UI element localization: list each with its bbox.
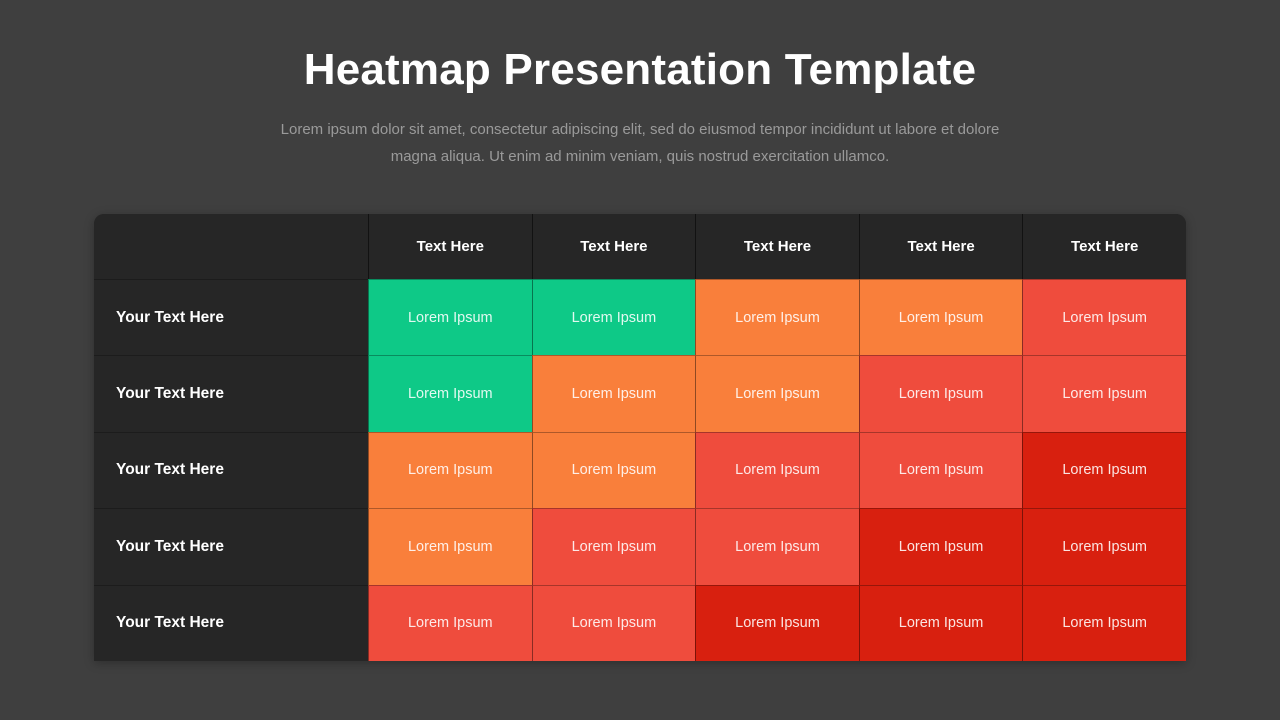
column-header: Text Here <box>858 214 1023 279</box>
heatmap-cell[interactable]: Lorem Ipsum <box>858 279 1023 356</box>
heatmap-cell[interactable]: Lorem Ipsum <box>531 508 696 585</box>
column-header: Text Here <box>368 214 532 279</box>
row-header: Your Text Here <box>94 584 368 661</box>
heatmap-cell[interactable]: Lorem Ipsum <box>858 508 1023 585</box>
heatmap-cell[interactable]: Lorem Ipsum <box>858 431 1023 509</box>
heatmap-cell[interactable]: Lorem Ipsum <box>1022 279 1186 356</box>
heatmap-cell[interactable]: Lorem Ipsum <box>368 508 532 585</box>
heatmap-cell[interactable]: Lorem Ipsum <box>695 431 859 509</box>
heatmap-cell[interactable]: Lorem Ipsum <box>368 584 532 661</box>
heatmap-cell[interactable]: Lorem Ipsum <box>695 508 859 585</box>
heatmap-cell[interactable]: Lorem Ipsum <box>368 355 532 432</box>
heatmap-cell[interactable]: Lorem Ipsum <box>1022 584 1186 661</box>
heatmap-panel: Text Here Text Here Text Here Text Here Text… <box>94 214 1186 661</box>
row-header: Your Text Here <box>94 508 368 585</box>
page-title: Heatmap Presentation Template <box>303 45 977 94</box>
column-header: Text Here <box>1022 214 1186 279</box>
page-subtitle: Lorem ipsum dolor sit amet, consectetur … <box>280 120 1000 166</box>
heatmap-cell[interactable]: Lorem Ipsum <box>695 279 859 356</box>
column-header: Text Here <box>531 214 696 279</box>
grid-corner-cell <box>94 214 368 279</box>
heading-block: Heatmap Presentation Template Lorem ipsu… <box>0 0 1280 171</box>
heatmap-cell[interactable]: Lorem Ipsum <box>531 431 696 509</box>
heatmap-cell[interactable]: Lorem Ipsum <box>1022 431 1186 509</box>
heatmap-cell[interactable]: Lorem Ipsum <box>858 584 1023 661</box>
row-header: Your Text Here <box>94 431 368 509</box>
heatmap-cell[interactable]: Lorem Ipsum <box>858 355 1023 432</box>
heatmap-cell[interactable]: Lorem Ipsum <box>1022 508 1186 585</box>
heatmap-cell[interactable]: Lorem Ipsum <box>695 355 859 432</box>
column-header: Text Here <box>695 214 859 279</box>
heatmap-cell[interactable]: Lorem Ipsum <box>1022 355 1186 432</box>
heatmap-cell[interactable]: Lorem Ipsum <box>531 355 696 432</box>
heatmap-cell[interactable]: Lorem Ipsum <box>531 279 696 356</box>
heatmap-cell[interactable]: Lorem Ipsum <box>368 431 532 509</box>
row-header: Your Text Here <box>94 279 368 356</box>
heatmap-cell[interactable]: Lorem Ipsum <box>368 279 532 356</box>
row-header: Your Text Here <box>94 355 368 432</box>
heatmap-cell[interactable]: Lorem Ipsum <box>531 584 696 661</box>
slide: Heatmap Presentation Template Lorem ipsu… <box>0 0 1280 720</box>
heatmap-cell[interactable]: Lorem Ipsum <box>695 584 859 661</box>
heatmap-grid: Text Here Text Here Text Here Text Here Text… <box>94 214 1186 661</box>
